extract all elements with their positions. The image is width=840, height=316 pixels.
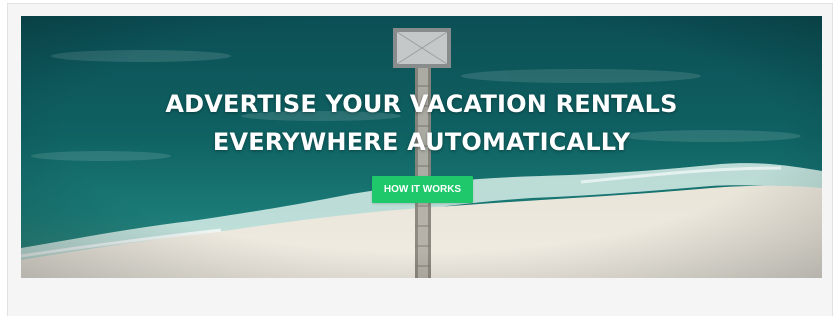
page-frame: ADVERTISE YOUR VACATION RENTALS EVERYWHE… xyxy=(7,3,833,316)
how-it-works-button[interactable]: HOW IT WORKS xyxy=(372,176,473,203)
hero-headline-line-2: EVERYWHERE AUTOMATICALLY xyxy=(212,128,631,156)
hero-content: ADVERTISE YOUR VACATION RENTALS EVERYWHE… xyxy=(21,16,822,278)
hero-banner: ADVERTISE YOUR VACATION RENTALS EVERYWHE… xyxy=(21,16,822,278)
hero-headline-line-1: ADVERTISE YOUR VACATION RENTALS xyxy=(165,90,678,118)
